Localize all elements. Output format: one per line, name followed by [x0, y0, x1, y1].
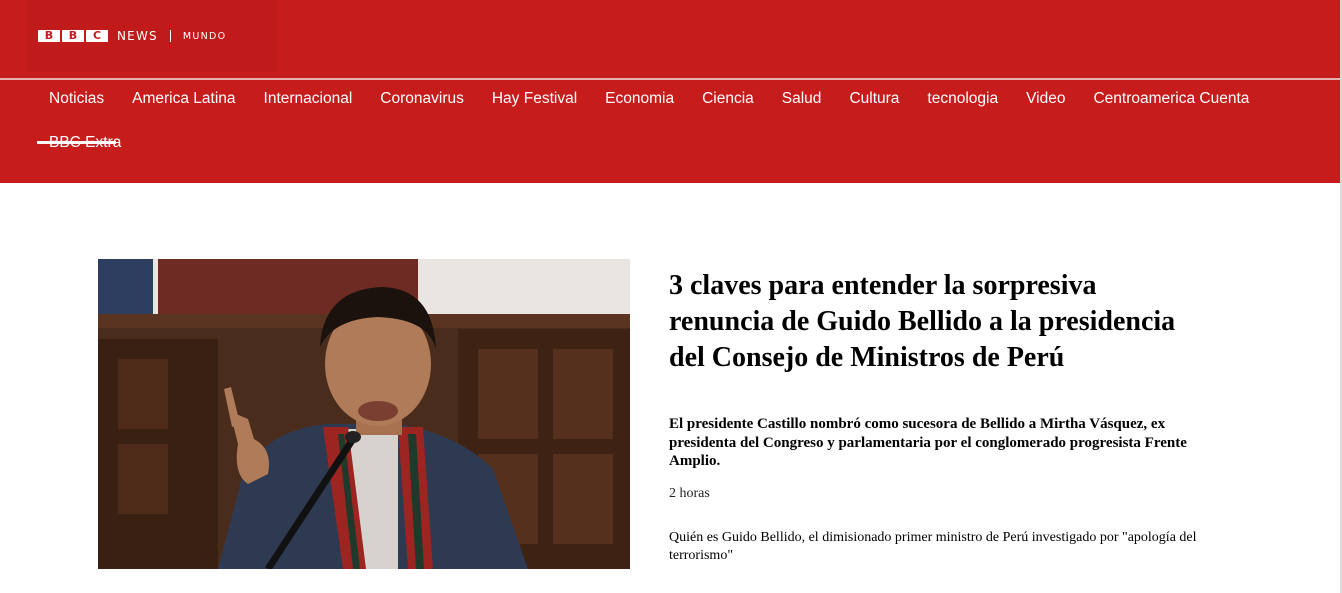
story-summary: El presidente Castillo nombró como suces… — [669, 416, 1187, 469]
brand-news-text: NEWS — [117, 29, 158, 43]
nav-item-video[interactable]: Video — [1014, 80, 1077, 124]
nav-item-label: Economia — [605, 90, 675, 107]
nav-item-label: tecnologia — [927, 90, 999, 107]
nav-item-label: Video — [1026, 90, 1066, 107]
nav-item-label: Salud — [781, 90, 822, 107]
nav-item-label: Hay Festival — [491, 90, 578, 107]
speaker-illustration — [98, 259, 630, 569]
nav-item-label: Coronavirus — [380, 90, 464, 107]
nav-item-bbc-extra[interactable]: BBC Extra — [37, 124, 133, 168]
nav-item-cultura[interactable]: Cultura — [837, 80, 911, 124]
header-bar: B B C NEWS MUNDO — [0, 0, 1340, 78]
nav-item-america-latina[interactable]: America Latina — [120, 80, 247, 124]
bbc-news-mundo-logo[interactable]: B B C NEWS MUNDO — [27, 0, 277, 72]
nav-item-label: Centroamerica Cuenta — [1093, 90, 1250, 107]
nav-item-label: America Latina — [132, 90, 236, 107]
nav-item-label: Ciencia — [702, 90, 754, 107]
story-timestamp: 2 horas — [669, 486, 710, 501]
nav-row: Noticias America Latina Internacional Co… — [37, 80, 1265, 144]
nav-item-internacional[interactable]: Internacional — [252, 80, 365, 124]
nav-row: BBC Extra — [37, 124, 137, 168]
nav-item-label: BBC Extra — [49, 134, 122, 151]
brand-separator — [169, 30, 171, 42]
nav-item-label: Noticias — [49, 90, 105, 107]
brand-section-text: MUNDO — [182, 30, 227, 42]
nav-item-economia[interactable]: Economia — [593, 80, 686, 124]
story-headline[interactable]: 3 claves para entender la sorpresiva ren… — [669, 268, 1189, 376]
nav-item-salud[interactable]: Salud — [770, 80, 834, 124]
bbc-logo-letter: C — [86, 30, 108, 42]
main-navigation: Noticias America Latina Internacional Co… — [0, 80, 1340, 183]
related-story-link[interactable]: Quién es Guido Bellido, el dimisionado p… — [669, 529, 1214, 565]
nav-item-hay-festival[interactable]: Hay Festival — [480, 80, 589, 124]
nav-item-label: Internacional — [263, 90, 353, 107]
bbc-logo: B B C — [38, 30, 108, 42]
bbc-logo-letter: B — [62, 30, 84, 42]
nav-item-label: Cultura — [849, 90, 900, 107]
nav-item-coronavirus[interactable]: Coronavirus — [368, 80, 476, 124]
nav-item-centroamerica-cuenta[interactable]: Centroamerica Cuenta — [1081, 80, 1261, 124]
nav-item-tecnologia[interactable]: tecnologia — [915, 80, 1010, 124]
story-photo[interactable] — [98, 259, 630, 569]
nav-item-noticias[interactable]: Noticias — [37, 80, 117, 144]
nav-item-ciencia[interactable]: Ciencia — [690, 80, 766, 124]
bbc-logo-letter: B — [38, 30, 60, 42]
